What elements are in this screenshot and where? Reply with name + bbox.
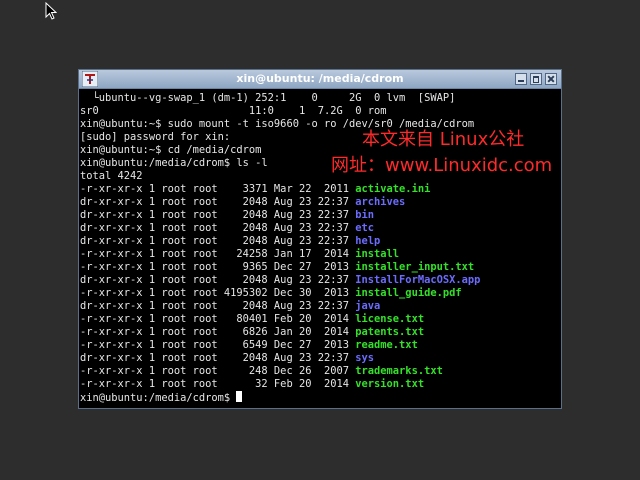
terminal-text: -r-xr-xr-x 1 root root 248 Dec 26 2007: [80, 365, 356, 377]
terminal-text: dr-xr-xr-x 1 root root 2048 Aug 23 22:37: [80, 196, 356, 208]
file-name: install: [355, 248, 400, 260]
terminal-line: dr-xr-xr-x 1 root root 2048 Aug 23 22:37…: [80, 196, 561, 209]
terminal-text: dr-xr-xr-x 1 root root 2048 Aug 23 22:37: [80, 352, 356, 364]
terminal-line: -r-xr-xr-x 1 root root 6826 Jan 20 2014 …: [80, 326, 561, 339]
file-name: readme.txt: [355, 339, 418, 351]
terminal-line: dr-xr-xr-x 1 root root 2048 Aug 23 22:37…: [80, 300, 561, 313]
directory-name: InstallForMacOSX.app: [355, 274, 481, 286]
title-bar[interactable]: xin@ubuntu: /media/cdrom: [79, 70, 561, 89]
terminal-line: -r-xr-xr-x 1 root root 24258 Jan 17 2014…: [80, 248, 561, 261]
file-name: version.txt: [355, 378, 425, 390]
terminal-text: -r-xr-xr-x 1 root root 4195302 Dec 30 20…: [80, 287, 356, 299]
terminal-text: -r-xr-xr-x 1 root root 80401 Feb 20 2014: [80, 313, 356, 325]
directory-name: etc: [355, 222, 375, 234]
terminal-line: -r-xr-xr-x 1 root root 9365 Dec 27 2013 …: [80, 261, 561, 274]
prompt-line[interactable]: xin@ubuntu:/media/cdrom$: [80, 391, 561, 404]
terminal-line: dr-xr-xr-x 1 root root 2048 Aug 23 22:37…: [80, 222, 561, 235]
watermark-line-1: 本文来自 Linux公社: [362, 129, 525, 150]
terminal-text: dr-xr-xr-x 1 root root 2048 Aug 23 22:37: [80, 235, 356, 247]
terminal-text: -r-xr-xr-x 1 root root 9365 Dec 27 2013: [80, 261, 356, 273]
terminal-text: dr-xr-xr-x 1 root root 2048 Aug 23 22:37: [80, 209, 356, 221]
directory-name: help: [355, 235, 381, 247]
directory-name: archives: [355, 196, 406, 208]
file-name: installer_input.txt: [355, 261, 475, 273]
terminal-line: -r-xr-xr-x 1 root root 6549 Dec 27 2013 …: [80, 339, 561, 352]
file-name: trademarks.txt: [355, 365, 443, 377]
terminal-line: -r-xr-xr-x 1 root root 32 Feb 20 2014 ve…: [80, 378, 561, 391]
terminal-text: total 4242: [80, 170, 143, 182]
terminal-text: -r-xr-xr-x 1 root root 6826 Jan 20 2014: [80, 326, 356, 338]
file-name: install_guide.pdf: [355, 287, 462, 299]
directory-name: java: [355, 300, 381, 312]
minimize-icon[interactable]: [515, 73, 527, 85]
maximize-icon[interactable]: [530, 73, 542, 85]
terminal-text: dr-xr-xr-x 1 root root 2048 Aug 23 22:37: [80, 274, 356, 286]
terminal-text: -r-xr-xr-x 1 root root 6549 Dec 27 2013: [80, 339, 356, 351]
terminal-line: sr0 11:0 1 7.2G 0 rom: [80, 105, 561, 118]
terminal-line: dr-xr-xr-x 1 root root 2048 Aug 23 22:37…: [80, 235, 561, 248]
terminal-text: dr-xr-xr-x 1 root root 2048 Aug 23 22:37: [80, 222, 356, 234]
terminal-line: └ubuntu--vg-swap_1 (dm-1) 252:1 0 2G 0 l…: [80, 92, 561, 105]
terminal-text: xin@ubuntu:/media/cdrom$ ls -l: [80, 157, 268, 169]
file-name: license.txt: [355, 313, 425, 325]
terminal-text: [sudo] password for xin:: [80, 131, 231, 143]
terminal-text: -r-xr-xr-x 1 root root 3371 Mar 22 2011: [80, 183, 356, 195]
terminal-line: -r-xr-xr-x 1 root root 248 Dec 26 2007 t…: [80, 365, 561, 378]
terminal-line: dr-xr-xr-x 1 root root 2048 Aug 23 22:37…: [80, 209, 561, 222]
terminal-window[interactable]: xin@ubuntu: /media/cdrom └ubuntu--vg-swa…: [78, 69, 562, 409]
terminal-line: -r-xr-xr-x 1 root root 80401 Feb 20 2014…: [80, 313, 561, 326]
terminal-line: dr-xr-xr-x 1 root root 2048 Aug 23 22:37…: [80, 352, 561, 365]
watermark-line-2: 网址：www.Linuxidc.com: [331, 155, 553, 176]
terminal-line: -r-xr-xr-x 1 root root 4195302 Dec 30 20…: [80, 287, 561, 300]
terminal-text: dr-xr-xr-x 1 root root 2048 Aug 23 22:37: [80, 300, 356, 312]
window-title: xin@ubuntu: /media/cdrom: [236, 72, 404, 85]
directory-name: bin: [355, 209, 375, 221]
terminal-text: -r-xr-xr-x 1 root root 24258 Jan 17 2014: [80, 248, 356, 260]
file-name: patents.txt: [355, 326, 425, 338]
terminal-text: sr0 11:0 1 7.2G 0 rom: [80, 105, 387, 117]
shell-prompt: xin@ubuntu:/media/cdrom$: [80, 392, 237, 404]
terminal-text: xin@ubuntu:~$ cd /media/cdrom: [80, 144, 262, 156]
close-icon[interactable]: [545, 73, 557, 85]
directory-name: sys: [355, 352, 375, 364]
terminal-text: -r-xr-xr-x 1 root root 32 Feb 20 2014: [80, 378, 356, 390]
terminal-line: -r-xr-xr-x 1 root root 3371 Mar 22 2011 …: [80, 183, 561, 196]
file-name: activate.ini: [355, 183, 431, 195]
mouse-pointer-icon: [45, 2, 57, 20]
terminal-line: dr-xr-xr-x 1 root root 2048 Aug 23 22:37…: [80, 274, 561, 287]
terminal-text: └ubuntu--vg-swap_1 (dm-1) 252:1 0 2G 0 l…: [80, 92, 456, 104]
text-cursor: [236, 391, 243, 402]
